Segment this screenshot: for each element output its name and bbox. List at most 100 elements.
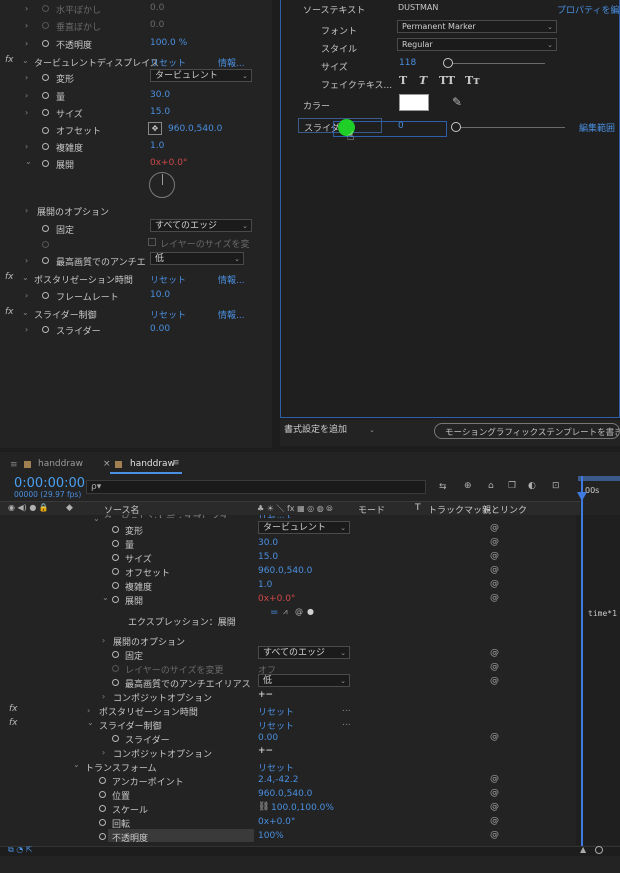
- italic-button[interactable]: T: [419, 74, 427, 87]
- slider-value[interactable]: 0: [398, 121, 404, 131]
- expand-arrow[interactable]: ›: [102, 692, 105, 701]
- label-tag-icon[interactable]: ◆: [66, 503, 73, 513]
- zoom-slider-handle[interactable]: [595, 846, 603, 854]
- comp-mini-flowchart-icon[interactable]: ⇆: [439, 482, 447, 492]
- pickwhip-icon[interactable]: @: [490, 537, 499, 547]
- crosshair-icon[interactable]: ✥: [148, 122, 162, 135]
- font-dropdown[interactable]: Permanent Marker ⌄: [397, 20, 557, 33]
- stopwatch-icon[interactable]: [112, 568, 119, 575]
- expand-arrow[interactable]: ›: [87, 706, 90, 715]
- expand-arrow[interactable]: ›: [102, 748, 105, 757]
- edit-properties-link[interactable]: プロパティを編集: [557, 3, 620, 16]
- size-slider-handle[interactable]: [443, 58, 453, 68]
- composite-add-remove[interactable]: +−: [258, 746, 273, 756]
- info-link[interactable]: 情報...: [218, 273, 245, 286]
- constrain-link-icon[interactable]: ⛓: [258, 802, 269, 812]
- info-link[interactable]: 情報...: [218, 56, 245, 69]
- size-value[interactable]: 118: [399, 58, 416, 68]
- source-text-value[interactable]: DUSTMAN: [398, 3, 438, 12]
- expression-menu-icon[interactable]: ●: [307, 607, 314, 616]
- fx-icon[interactable]: fx: [5, 272, 14, 282]
- stopwatch-icon[interactable]: [99, 833, 106, 840]
- prop-value[interactable]: 10.0: [150, 290, 170, 300]
- prop-value[interactable]: 30.0: [258, 538, 278, 548]
- stopwatch-icon[interactable]: [42, 257, 49, 264]
- prop-value[interactable]: 100.0 %: [150, 38, 187, 48]
- expand-arrow[interactable]: ›: [25, 256, 28, 265]
- stopwatch-icon[interactable]: [42, 5, 49, 12]
- col-mode[interactable]: モード: [358, 503, 385, 516]
- expand-arrow[interactable]: ›: [102, 636, 105, 645]
- stopwatch-icon[interactable]: [42, 143, 49, 150]
- stopwatch-icon[interactable]: [112, 665, 119, 672]
- prop-value[interactable]: 30.0: [150, 90, 170, 100]
- expand-arrow[interactable]: ›: [25, 4, 28, 13]
- edit-range-link[interactable]: 編集範囲: [579, 121, 615, 134]
- reset-link[interactable]: リセット: [258, 719, 294, 732]
- pickwhip-icon[interactable]: @: [490, 732, 499, 742]
- prop-value[interactable]: 15.0: [150, 107, 170, 117]
- prop-value[interactable]: 0.00: [150, 324, 170, 334]
- fx-icon[interactable]: fx: [5, 55, 14, 65]
- evolution-dial[interactable]: [149, 172, 175, 198]
- reset-link[interactable]: リセット: [258, 705, 294, 718]
- prop-value[interactable]: 0.00: [258, 733, 278, 743]
- slider-handle[interactable]: [451, 122, 461, 132]
- stopwatch-icon[interactable]: [112, 526, 119, 533]
- pickwhip-icon[interactable]: @: [490, 788, 499, 798]
- color-swatch[interactable]: [399, 94, 429, 111]
- playhead-handle[interactable]: [577, 492, 587, 501]
- stopwatch-icon[interactable]: [42, 292, 49, 299]
- stopwatch-icon[interactable]: [42, 225, 49, 232]
- expand-arrow[interactable]: ›: [25, 21, 28, 30]
- prop-value[interactable]: 1.0: [150, 141, 164, 151]
- pickwhip-icon[interactable]: @: [490, 816, 499, 826]
- stopwatch-icon[interactable]: [99, 777, 106, 784]
- collapse-arrow[interactable]: ⌄: [93, 514, 100, 523]
- prop-value[interactable]: 0x+0.0°: [150, 158, 187, 168]
- collapse-arrow[interactable]: ⌄: [22, 56, 29, 65]
- expand-arrow[interactable]: ›: [25, 108, 28, 117]
- pin-dropdown[interactable]: すべてのエッジ ⌄: [150, 219, 252, 232]
- prop-value[interactable]: 100%: [258, 831, 284, 841]
- displacement-type-dropdown[interactable]: タービュレント ⌄: [150, 69, 252, 82]
- close-tab-icon[interactable]: ≡: [10, 460, 18, 470]
- stopwatch-icon[interactable]: [99, 819, 106, 826]
- stopwatch-icon[interactable]: [112, 679, 119, 686]
- style-dropdown[interactable]: Regular ⌄: [397, 38, 557, 51]
- toggle-switches-icon[interactable]: ⧉ ◔ ⇱: [8, 845, 32, 855]
- pickwhip-icon[interactable]: @: [490, 593, 499, 603]
- stopwatch-icon[interactable]: [42, 326, 49, 333]
- collapse-arrow[interactable]: ⌄: [87, 718, 94, 727]
- reset-link[interactable]: リセット: [150, 308, 186, 321]
- prop-value[interactable]: 0.0: [150, 3, 164, 13]
- pickwhip-icon[interactable]: @: [490, 802, 499, 812]
- expand-arrow[interactable]: ›: [25, 91, 28, 100]
- pickwhip-icon[interactable]: @: [490, 565, 499, 575]
- tab-menu-icon[interactable]: ≡: [172, 458, 180, 468]
- prop-value[interactable]: 960.0,540.0: [168, 124, 222, 134]
- displacement-type-dropdown[interactable]: タービュレント ⌄: [258, 521, 350, 534]
- stopwatch-icon[interactable]: [42, 40, 49, 47]
- fx-icon[interactable]: fx: [9, 718, 18, 728]
- work-area-bar[interactable]: [578, 476, 620, 481]
- collapse-arrow[interactable]: ⌄: [25, 157, 32, 166]
- collapse-arrow[interactable]: ⌄: [73, 760, 80, 769]
- stopwatch-icon[interactable]: [112, 651, 119, 658]
- export-mogrt-button[interactable]: モーショングラフィックステンプレートを書き出し...: [434, 423, 620, 439]
- expression-editor[interactable]: time*1: [584, 607, 620, 623]
- expand-arrow[interactable]: ›: [25, 325, 28, 334]
- stopwatch-icon[interactable]: [99, 791, 106, 798]
- expression-pickwhip-icon[interactable]: @: [295, 607, 303, 616]
- checkbox[interactable]: [148, 238, 156, 246]
- motion-blur-icon[interactable]: ◐: [528, 481, 536, 491]
- draft-3d-icon[interactable]: ⊕: [464, 481, 472, 491]
- stopwatch-icon[interactable]: [42, 109, 49, 116]
- stopwatch-icon[interactable]: [99, 805, 106, 812]
- prop-value[interactable]: 100.0,100.0%: [271, 803, 334, 813]
- search-input[interactable]: ρ▾: [86, 480, 426, 494]
- expression-graph-icon[interactable]: ⩘: [283, 607, 288, 617]
- prop-value[interactable]: 960.0,540.0: [258, 566, 312, 576]
- pickwhip-icon[interactable]: @: [490, 579, 499, 589]
- stopwatch-icon[interactable]: [112, 582, 119, 589]
